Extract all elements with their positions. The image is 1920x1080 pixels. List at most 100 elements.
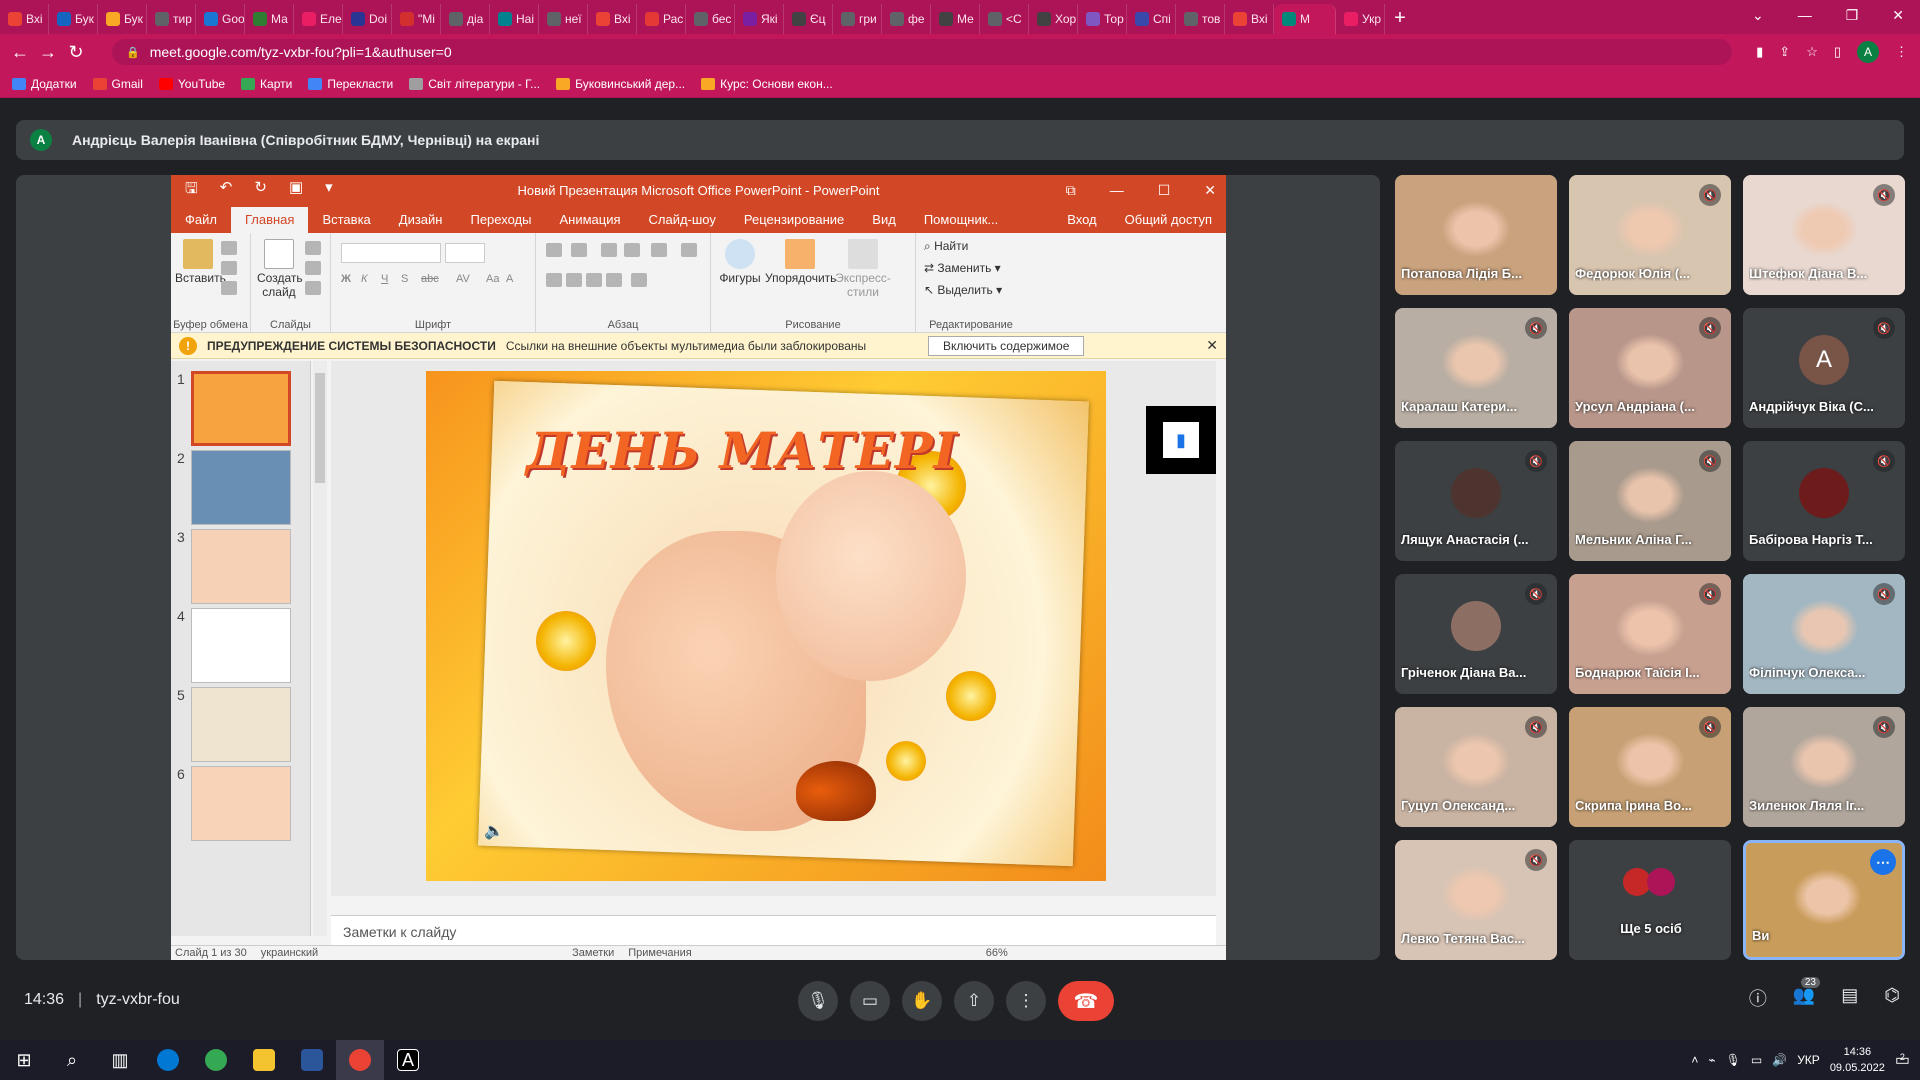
browser-tab[interactable]: діа bbox=[441, 4, 490, 34]
replace-button[interactable]: ⇄ Заменить ▾ bbox=[924, 261, 1001, 275]
forward-icon[interactable]: → bbox=[34, 42, 62, 63]
bookmark-item[interactable]: YouTube bbox=[158, 77, 225, 91]
tray-arrow-icon[interactable]: ˄ bbox=[1691, 1053, 1698, 1067]
participant-tile[interactable]: 🔇 Штефюк Діана В... bbox=[1743, 175, 1905, 295]
participant-tile[interactable]: 🔇 Левко Тетяна Вас... bbox=[1395, 840, 1557, 960]
mic-tray-icon[interactable]: 🎙 bbox=[1726, 1053, 1741, 1067]
text-direction-icon[interactable] bbox=[681, 243, 697, 257]
underline-icon[interactable]: Ч bbox=[381, 273, 388, 285]
enable-content-button[interactable]: Включить содержимое bbox=[928, 336, 1085, 356]
paste-button[interactable]: Вставить bbox=[175, 239, 226, 285]
ribbon-tab[interactable]: Помощник... bbox=[910, 207, 1012, 233]
columns-icon[interactable] bbox=[631, 273, 647, 287]
bookmark-item[interactable]: Буковинський дер... bbox=[556, 77, 685, 91]
browser-tab[interactable]: Які bbox=[735, 4, 784, 34]
justify-icon[interactable] bbox=[606, 273, 622, 287]
quick-styles-button[interactable]: Экспресс-стили bbox=[835, 239, 891, 299]
current-slide[interactable]: ДЕНЬ МАТЕРІ 🔈 bbox=[426, 371, 1106, 881]
bullets-icon[interactable] bbox=[546, 243, 562, 257]
shadow-icon[interactable]: S bbox=[401, 273, 408, 285]
browser-tab[interactable]: Хор bbox=[1029, 4, 1078, 34]
italic-icon[interactable]: К bbox=[361, 273, 367, 285]
bookmark-item[interactable]: Gmail bbox=[92, 77, 143, 91]
browser-tab[interactable]: <С bbox=[980, 4, 1029, 34]
camera-icon[interactable]: ▮ bbox=[1756, 44, 1763, 60]
zoom-level[interactable]: 66% bbox=[986, 947, 1008, 959]
font-app-icon[interactable]: A bbox=[384, 1040, 432, 1080]
browser-tab[interactable]: Бук bbox=[98, 4, 147, 34]
browser-tab[interactable]: Ма bbox=[245, 4, 294, 34]
browser-tab[interactable]: Вхі bbox=[588, 4, 637, 34]
present-icon[interactable]: ▣ bbox=[289, 178, 303, 203]
browser-tab[interactable]: Вхі bbox=[0, 4, 49, 34]
meeting-details-icon[interactable]: ⓘ bbox=[1749, 985, 1767, 1011]
participant-tile[interactable]: 🔇 Зиленюк Ляля Іг... bbox=[1743, 707, 1905, 827]
participant-tile[interactable]: A 🔇 Андрійчук Віка (С... bbox=[1743, 308, 1905, 428]
chat-icon[interactable]: ▤ bbox=[1841, 985, 1858, 1011]
browser-tab[interactable]: Рас bbox=[637, 4, 686, 34]
cut-icon[interactable] bbox=[221, 241, 237, 255]
edge-icon[interactable] bbox=[144, 1040, 192, 1080]
undo-icon[interactable]: ↶ bbox=[220, 178, 233, 203]
ppt-close-icon[interactable]: ✕ bbox=[1204, 182, 1216, 199]
browser-tab[interactable]: Doi bbox=[343, 4, 392, 34]
clock[interactable]: 14:36 09.05.2022 bbox=[1830, 1044, 1885, 1076]
customize-qat-icon[interactable]: ▾ bbox=[325, 178, 333, 203]
star-icon[interactable]: ☆ bbox=[1806, 44, 1818, 60]
participant-tile[interactable]: 🔇 Гуцул Олександ... bbox=[1395, 707, 1557, 827]
minimize-icon[interactable]: — bbox=[1798, 7, 1812, 23]
ribbon-options-icon[interactable]: ⧉ bbox=[1066, 182, 1076, 199]
notifications-icon[interactable]: ▭ 2 bbox=[1895, 1050, 1910, 1070]
share-icon[interactable]: ⇪ bbox=[1779, 44, 1790, 60]
participant-tile[interactable]: 🔇 Федорюк Юлія (... bbox=[1569, 175, 1731, 295]
thumbs-scrollbar[interactable] bbox=[313, 361, 327, 936]
new-slide-button[interactable]: Создать слайд bbox=[257, 239, 303, 299]
browser-tab[interactable]: Укр bbox=[1336, 4, 1385, 34]
align-left-icon[interactable] bbox=[546, 273, 562, 287]
shapes-button[interactable]: Фигуры bbox=[717, 239, 763, 285]
network-icon[interactable]: ⌁ bbox=[1708, 1053, 1715, 1067]
mic-icon[interactable]: 🎙 bbox=[798, 981, 838, 1021]
ribbon-tab[interactable]: Главная bbox=[230, 207, 309, 233]
participant-tile[interactable]: 🔇 Урсул Андріана (... bbox=[1569, 308, 1731, 428]
save-icon[interactable]: 🖫 bbox=[185, 178, 198, 203]
align-right-icon[interactable] bbox=[586, 273, 602, 287]
ppt-maximize-icon[interactable]: ☐ bbox=[1158, 182, 1171, 199]
tile-more-icon[interactable]: ⋯ bbox=[1870, 849, 1896, 875]
format-painter-icon[interactable] bbox=[221, 281, 237, 295]
chrome-active-icon[interactable] bbox=[336, 1040, 384, 1080]
browser-tab[interactable]: "Мі bbox=[392, 4, 441, 34]
new-tab-button[interactable]: + bbox=[1385, 4, 1415, 34]
bookmark-item[interactable]: Додатки bbox=[12, 77, 77, 91]
close-warning-icon[interactable]: ✕ bbox=[1206, 337, 1218, 354]
indent-decrease-icon[interactable] bbox=[601, 243, 617, 257]
raise-hand-icon[interactable]: ✋ bbox=[902, 981, 942, 1021]
participant-tile[interactable]: Ще 5 осіб bbox=[1569, 840, 1731, 960]
slide-thumbnail[interactable] bbox=[191, 450, 291, 525]
ribbon-tab[interactable]: Рецензирование bbox=[730, 207, 858, 233]
browser-tab[interactable]: Еле bbox=[294, 4, 343, 34]
browser-tab[interactable]: M bbox=[1274, 4, 1336, 34]
find-button[interactable]: ⌕ Найти bbox=[924, 239, 968, 253]
browser-tab[interactable]: гри bbox=[833, 4, 882, 34]
battery-icon[interactable]: ▭ bbox=[1751, 1053, 1762, 1067]
more-options-icon[interactable]: ⋮ bbox=[1006, 981, 1046, 1021]
participant-tile[interactable]: 🔇 Лящук Анастасія (... bbox=[1395, 441, 1557, 561]
ribbon-tab[interactable]: Общий доступ bbox=[1111, 207, 1226, 233]
browser-tab[interactable]: Вхі bbox=[1225, 4, 1274, 34]
align-center-icon[interactable] bbox=[566, 273, 582, 287]
browser-tab[interactable]: Бук bbox=[49, 4, 98, 34]
participant-tile[interactable]: ⋯ Ви bbox=[1743, 840, 1905, 960]
redo-icon[interactable]: ↻ bbox=[254, 178, 267, 203]
search-icon[interactable]: ⌕ bbox=[48, 1040, 96, 1080]
restore-icon[interactable]: ❐ bbox=[1846, 7, 1859, 24]
browser-tab[interactable]: Єц bbox=[784, 4, 833, 34]
start-icon[interactable]: ⊞ bbox=[0, 1040, 48, 1080]
numbering-icon[interactable] bbox=[571, 243, 587, 257]
ribbon-tab[interactable]: Вход bbox=[1053, 207, 1110, 233]
activities-icon[interactable]: ⌬ bbox=[1884, 985, 1900, 1011]
participant-tile[interactable]: 🔇 Боднарюк Таїсія І... bbox=[1569, 574, 1731, 694]
browser-tab[interactable]: бес bbox=[686, 4, 735, 34]
close-window-icon[interactable]: ✕ bbox=[1892, 7, 1904, 24]
ribbon-tab[interactable]: Вставка bbox=[308, 207, 384, 233]
